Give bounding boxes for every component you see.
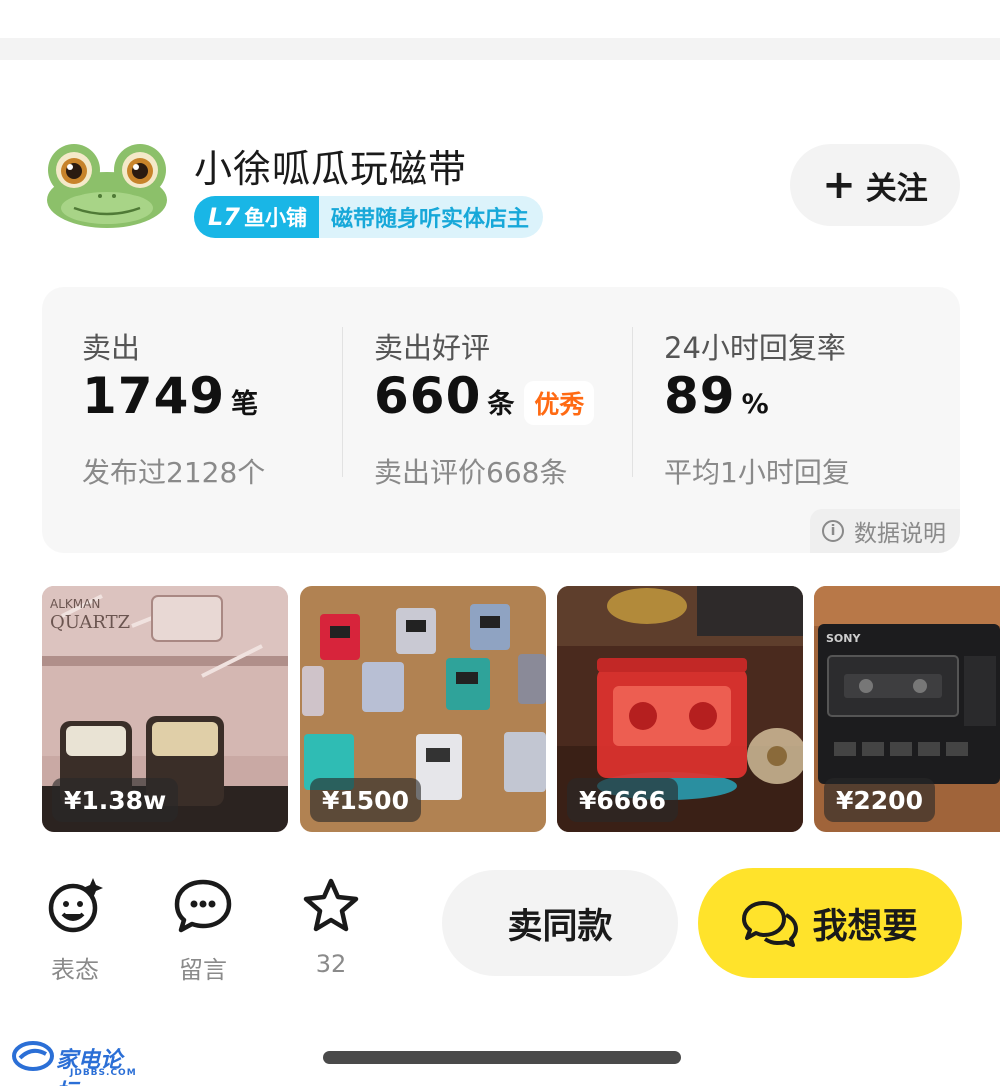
product-thumbnail[interactable]: SONY ¥2200 <box>814 586 1000 832</box>
data-explanation-label: 数据说明 <box>854 521 946 547</box>
stat-label: 卖出好评 <box>374 331 491 365</box>
frog-avatar-icon <box>47 144 167 228</box>
favorite-action[interactable]: 32 <box>286 876 376 978</box>
home-indicator[interactable] <box>323 1051 681 1064</box>
product-thumbnail[interactable]: ¥1500 <box>300 586 546 832</box>
product-thumbnail[interactable]: ¥6666 <box>557 586 803 832</box>
chat-bubbles-icon <box>742 901 799 947</box>
stat-unit: 笔 <box>231 389 259 420</box>
stat-number: 1749 <box>82 367 226 425</box>
seller-avatar[interactable] <box>44 140 170 230</box>
plus-icon: + <box>822 162 856 208</box>
watermark-subtext: JDBBS.COM <box>70 1068 137 1078</box>
svg-text:ALKMAN: ALKMAN <box>50 597 100 611</box>
sell-same-button[interactable]: 卖同款 <box>442 870 678 976</box>
svg-text:QUARTZ: QUARTZ <box>50 612 130 633</box>
watermark-logo-icon <box>12 1041 54 1071</box>
top-divider-strip <box>0 38 1000 60</box>
seller-badges[interactable]: L7 鱼小铺 磁带随身听实体店主 <box>194 196 544 238</box>
star-icon <box>303 878 359 932</box>
svg-text:SONY: SONY <box>826 632 861 645</box>
stat-value: 660 条 优秀 <box>374 367 595 425</box>
product-price: ¥1.38w <box>52 778 179 822</box>
product-price: ¥2200 <box>824 778 935 822</box>
comment-action[interactable]: 留言 <box>158 876 248 985</box>
seller-description: 磁带随身听实体店主 <box>319 196 544 238</box>
stat-divider <box>632 327 633 477</box>
react-label: 表态 <box>51 956 99 984</box>
stat-subtext: 发布过2128个 <box>82 456 266 489</box>
follow-label: 关注 <box>865 170 928 207</box>
product-price: ¥1500 <box>310 778 421 822</box>
favorite-count: 32 <box>315 950 347 978</box>
level-text: L7 <box>208 203 240 231</box>
stat-label: 卖出 <box>82 331 141 365</box>
want-button[interactable]: 我想要 <box>698 868 962 978</box>
stat-number: 89 <box>664 367 736 425</box>
comment-label: 留言 <box>179 956 227 984</box>
seller-name[interactable]: 小徐呱瓜玩磁带 <box>194 138 467 193</box>
speech-bubble-icon <box>174 879 232 933</box>
stat-subtext: 卖出评价668条 <box>374 456 568 489</box>
stat-number: 660 <box>374 367 482 425</box>
site-watermark: 家电论坛 JDBBS.COM <box>12 1040 142 1086</box>
stat-unit: 条 <box>487 389 515 420</box>
watermark-text: 家电论坛 <box>56 1048 123 1086</box>
stat-label: 24小时回复率 <box>664 331 846 365</box>
shop-type-text: 鱼小铺 <box>244 206 307 230</box>
stat-unit: % <box>741 389 769 420</box>
want-label: 我想要 <box>812 906 918 947</box>
react-action[interactable]: 表态 <box>30 876 120 985</box>
stat-value: 1749 笔 <box>82 367 258 425</box>
data-explanation-link[interactable]: i 数据说明 <box>810 509 960 553</box>
stat-divider <box>342 327 343 477</box>
excellent-badge: 优秀 <box>524 381 595 425</box>
stat-value: 89 % <box>664 367 769 425</box>
smiley-sparkle-icon <box>48 878 103 933</box>
product-thumbnail[interactable]: ALKMAN QUARTZ ¥1.38w <box>42 586 288 832</box>
stat-subtext: 平均1小时回复 <box>664 456 850 489</box>
info-icon: i <box>822 520 844 542</box>
product-price: ¥6666 <box>567 778 678 822</box>
level-badge: L7 鱼小铺 <box>194 196 319 238</box>
seller-stats-card: 卖出 1749 笔 发布过2128个 卖出好评 660 条 优秀 卖出评价668… <box>42 287 960 553</box>
follow-button[interactable]: + 关注 <box>790 144 960 226</box>
